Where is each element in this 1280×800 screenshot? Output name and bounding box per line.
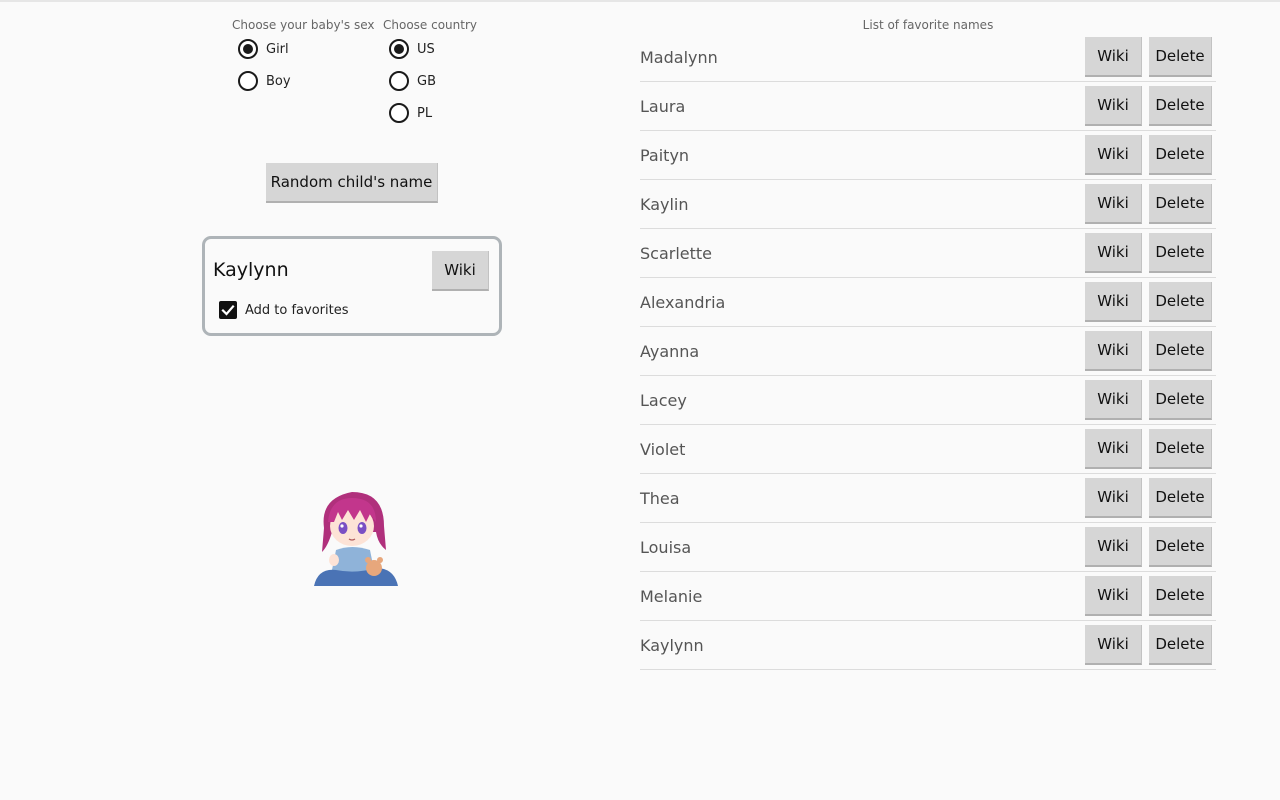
favorite-delete-button[interactable]: Delete	[1149, 233, 1212, 273]
favorite-delete-button[interactable]: Delete	[1149, 429, 1212, 469]
radio-boy[interactable]: Boy	[238, 69, 291, 93]
favorite-name: Melanie	[640, 586, 703, 606]
favorite-name: Paityn	[640, 145, 690, 165]
favorite-name: Thea	[640, 488, 680, 508]
radio-pl-indicator[interactable]	[389, 103, 409, 123]
favorite-name: Louisa	[640, 537, 692, 557]
favorite-wiki-button[interactable]: Wiki	[1085, 478, 1142, 518]
result-name: Kaylynn	[213, 259, 289, 281]
random-name-button[interactable]: Random child's name	[266, 163, 438, 203]
country-group-label: Choose country	[383, 18, 478, 32]
radio-girl[interactable]: Girl	[238, 37, 289, 61]
sex-group-label: Choose your baby's sex	[232, 18, 375, 32]
favorite-name: Scarlette	[640, 243, 713, 263]
favorite-name: Madalynn	[640, 47, 718, 67]
result-card: Kaylynn Wiki Add to favorites	[202, 236, 502, 336]
favorite-row: Ayanna Wiki Delete	[640, 327, 1216, 376]
favorite-delete-button[interactable]: Delete	[1149, 625, 1212, 665]
favorite-row: Louisa Wiki Delete	[640, 523, 1216, 572]
favorite-delete-button[interactable]: Delete	[1149, 86, 1212, 126]
favorite-name: Kaylin	[640, 194, 689, 214]
favorite-row: Paityn Wiki Delete	[640, 131, 1216, 180]
favorite-name: Laura	[640, 96, 686, 116]
favorite-delete-button[interactable]: Delete	[1149, 576, 1212, 616]
favorite-row: Madalynn Wiki Delete	[640, 33, 1216, 82]
add-to-favorites-label: Add to favorites	[245, 302, 349, 318]
favorite-wiki-button[interactable]: Wiki	[1085, 527, 1142, 567]
favorite-wiki-button[interactable]: Wiki	[1085, 429, 1142, 469]
radio-gb-indicator[interactable]	[389, 71, 409, 91]
radio-boy-indicator[interactable]	[238, 71, 258, 91]
radio-gb[interactable]: GB	[389, 69, 436, 93]
favorite-row: Kaylin Wiki Delete	[640, 180, 1216, 229]
radio-us-label: US	[417, 41, 435, 57]
favorite-delete-button[interactable]: Delete	[1149, 282, 1212, 322]
favorites-list: Madalynn Wiki Delete Laura Wiki Delete Paityn W…	[640, 33, 1216, 670]
result-wiki-button[interactable]: Wiki	[432, 251, 489, 291]
radio-boy-label: Boy	[266, 73, 291, 89]
favorites-title: List of favorite names	[862, 18, 994, 32]
favorite-wiki-button[interactable]: Wiki	[1085, 86, 1142, 126]
favorite-row: Scarlette Wiki Delete	[640, 229, 1216, 278]
favorite-row: Thea Wiki Delete	[640, 474, 1216, 523]
favorite-name: Ayanna	[640, 341, 700, 361]
favorite-delete-button[interactable]: Delete	[1149, 135, 1212, 175]
favorite-row: Laura Wiki Delete	[640, 82, 1216, 131]
favorite-delete-button[interactable]: Delete	[1149, 527, 1212, 567]
favorite-delete-button[interactable]: Delete	[1149, 478, 1212, 518]
top-divider	[0, 0, 1280, 2]
check-icon[interactable]	[219, 301, 237, 319]
favorite-row: Violet Wiki Delete	[640, 425, 1216, 474]
favorite-name: Kaylynn	[640, 635, 704, 655]
radio-pl-label: PL	[417, 105, 433, 121]
favorite-name: Alexandria	[640, 292, 726, 312]
favorite-name: Violet	[640, 439, 686, 459]
favorite-wiki-button[interactable]: Wiki	[1085, 625, 1142, 665]
favorite-delete-button[interactable]: Delete	[1149, 37, 1212, 77]
favorite-delete-button[interactable]: Delete	[1149, 331, 1212, 371]
favorite-row: Kaylynn Wiki Delete	[640, 621, 1216, 670]
radio-girl-label: Girl	[266, 41, 289, 57]
favorite-row: Melanie Wiki Delete	[640, 572, 1216, 621]
favorite-row: Lacey Wiki Delete	[640, 376, 1216, 425]
favorite-name: Lacey	[640, 390, 687, 410]
favorite-delete-button[interactable]: Delete	[1149, 184, 1212, 224]
favorite-wiki-button[interactable]: Wiki	[1085, 233, 1142, 273]
favorite-wiki-button[interactable]: Wiki	[1085, 282, 1142, 322]
favorite-wiki-button[interactable]: Wiki	[1085, 331, 1142, 371]
favorite-row: Alexandria Wiki Delete	[640, 278, 1216, 327]
favorite-wiki-button[interactable]: Wiki	[1085, 135, 1142, 175]
favorite-wiki-button[interactable]: Wiki	[1085, 37, 1142, 77]
radio-gb-label: GB	[417, 73, 436, 89]
radio-pl[interactable]: PL	[389, 101, 432, 125]
baby-girl-mascot-icon	[314, 492, 398, 586]
radio-us[interactable]: US	[389, 37, 435, 61]
favorite-wiki-button[interactable]: Wiki	[1085, 576, 1142, 616]
favorite-wiki-button[interactable]: Wiki	[1085, 380, 1142, 420]
radio-us-indicator[interactable]	[389, 39, 409, 59]
favorite-delete-button[interactable]: Delete	[1149, 380, 1212, 420]
favorite-wiki-button[interactable]: Wiki	[1085, 184, 1142, 224]
radio-girl-indicator[interactable]	[238, 39, 258, 59]
add-to-favorites-checkbox[interactable]: Add to favorites	[219, 301, 349, 319]
